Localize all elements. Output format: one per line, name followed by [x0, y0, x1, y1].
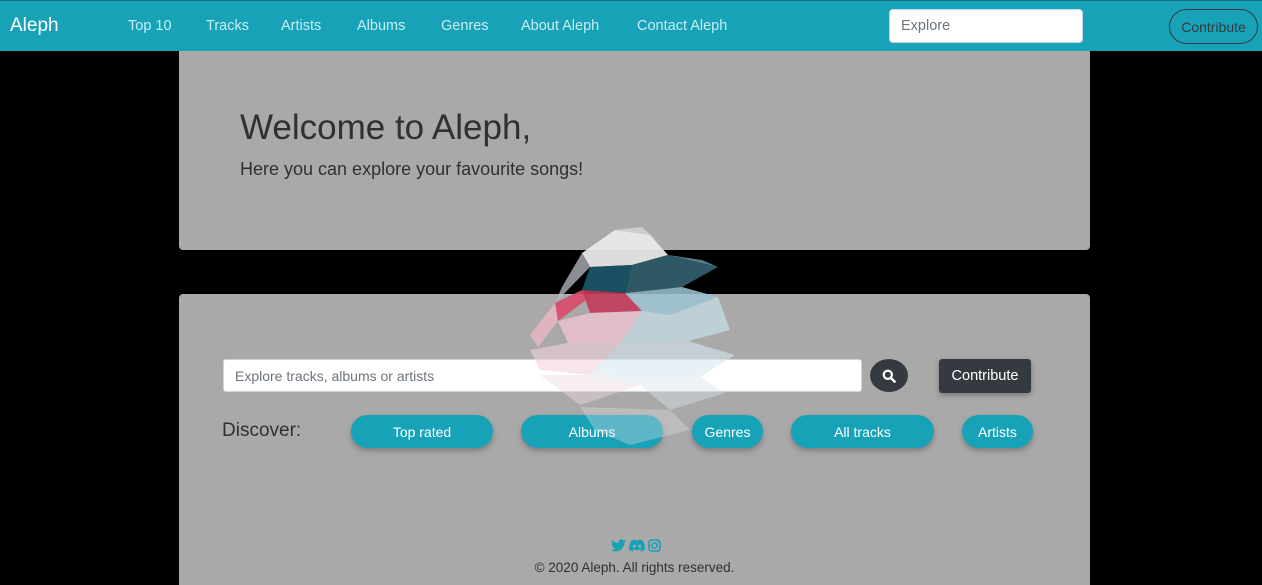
- nav-link-about[interactable]: About Aleph: [521, 18, 599, 34]
- welcome-jumbotron: Welcome to Aleph, Here you can explore y…: [179, 51, 1090, 250]
- explore-card: Contribute Discover: Top rated Albums Ge…: [179, 294, 1090, 585]
- discover-label: Discover:: [222, 420, 302, 441]
- discover-albums-button[interactable]: Albums: [521, 415, 663, 448]
- nav-link-top-10[interactable]: Top 10: [128, 18, 172, 34]
- nav-search-input[interactable]: [889, 9, 1083, 43]
- page-title: Welcome to Aleph,: [240, 108, 532, 147]
- nav-link-tracks[interactable]: Tracks: [206, 18, 249, 34]
- nav-link-contact[interactable]: Contact Aleph: [637, 18, 727, 34]
- discover-all-tracks-button[interactable]: All tracks: [791, 415, 934, 448]
- nav-link-artists[interactable]: Artists: [281, 18, 321, 34]
- nav-link-genres[interactable]: Genres: [441, 18, 489, 34]
- page-subtitle: Here you can explore your favourite song…: [240, 159, 584, 179]
- discover-artists-button[interactable]: Artists: [962, 415, 1033, 448]
- copyright-text: © 2020 Aleph. All rights reserved.: [534, 560, 735, 575]
- explore-search-input[interactable]: [223, 359, 862, 392]
- nav-contribute-button[interactable]: Contribute: [1169, 9, 1258, 44]
- discover-top-rated-button[interactable]: Top rated: [351, 415, 493, 448]
- discover-genres-button[interactable]: Genres: [692, 415, 763, 448]
- top-navbar: Aleph Top 10 Tracks Artists Albums Genre…: [0, 0, 1262, 51]
- instagram-icon[interactable]: [648, 539, 661, 552]
- contribute-button[interactable]: Contribute: [939, 359, 1031, 393]
- nav-link-albums[interactable]: Albums: [357, 18, 405, 34]
- social-links: [611, 539, 661, 552]
- search-button[interactable]: [870, 359, 908, 392]
- search-icon: [882, 369, 896, 383]
- discord-icon[interactable]: [629, 539, 645, 552]
- brand-logo[interactable]: Aleph: [10, 15, 59, 37]
- twitter-icon[interactable]: [611, 539, 626, 552]
